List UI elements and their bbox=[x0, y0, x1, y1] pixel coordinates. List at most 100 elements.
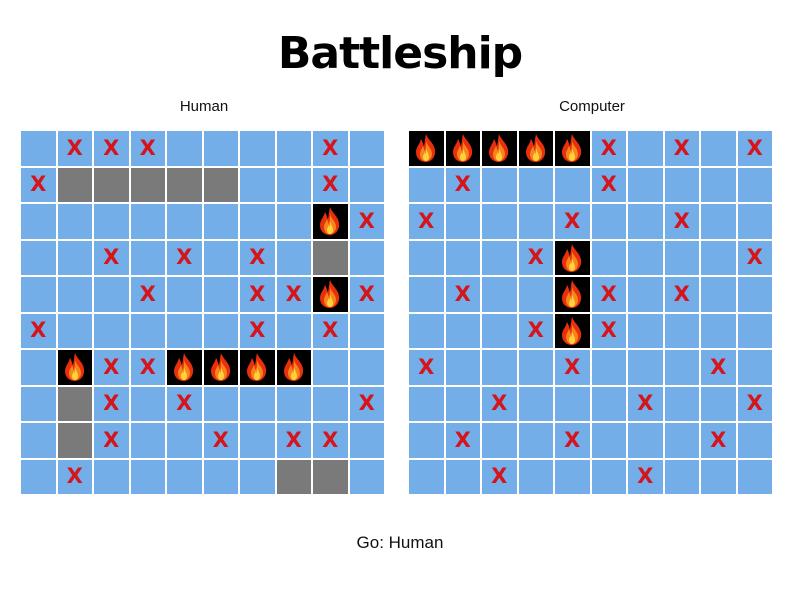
computer-cell[interactable] bbox=[737, 459, 772, 494]
computer-cell[interactable] bbox=[518, 277, 553, 312]
computer-cell[interactable] bbox=[701, 386, 736, 421]
computer-cell[interactable] bbox=[664, 313, 699, 348]
computer-cell[interactable] bbox=[409, 386, 444, 421]
computer-miss-cell[interactable]: X bbox=[445, 277, 480, 312]
computer-miss-cell[interactable]: X bbox=[555, 204, 590, 239]
computer-hit-cell[interactable] bbox=[409, 131, 444, 166]
computer-cell[interactable] bbox=[591, 204, 626, 239]
computer-miss-cell[interactable]: X bbox=[664, 204, 699, 239]
computer-cell[interactable] bbox=[591, 423, 626, 458]
computer-cell[interactable] bbox=[664, 350, 699, 385]
computer-cell[interactable] bbox=[664, 167, 699, 202]
computer-cell[interactable] bbox=[628, 313, 663, 348]
computer-cell[interactable] bbox=[445, 204, 480, 239]
computer-cell[interactable] bbox=[628, 131, 663, 166]
computer-miss-cell[interactable]: X bbox=[482, 386, 517, 421]
computer-miss-cell[interactable]: X bbox=[664, 277, 699, 312]
computer-board[interactable]: XXXXXXXXXXXXXXXXXXXXXXXXXX bbox=[409, 131, 775, 497]
computer-miss-cell[interactable]: X bbox=[555, 350, 590, 385]
computer-cell[interactable] bbox=[445, 386, 480, 421]
computer-cell[interactable] bbox=[628, 350, 663, 385]
computer-cell[interactable] bbox=[482, 277, 517, 312]
computer-cell[interactable] bbox=[628, 204, 663, 239]
computer-miss-cell[interactable]: X bbox=[409, 350, 444, 385]
computer-cell[interactable] bbox=[409, 459, 444, 494]
computer-cell[interactable] bbox=[737, 167, 772, 202]
computer-miss-cell[interactable]: X bbox=[591, 131, 626, 166]
computer-cell[interactable] bbox=[628, 423, 663, 458]
computer-cell[interactable] bbox=[737, 313, 772, 348]
computer-miss-cell[interactable]: X bbox=[628, 386, 663, 421]
computer-miss-cell[interactable]: X bbox=[701, 423, 736, 458]
computer-cell[interactable] bbox=[737, 350, 772, 385]
computer-miss-cell[interactable]: X bbox=[445, 167, 480, 202]
computer-cell[interactable] bbox=[591, 386, 626, 421]
computer-miss-cell[interactable]: X bbox=[628, 459, 663, 494]
computer-cell[interactable] bbox=[409, 167, 444, 202]
computer-cell[interactable] bbox=[409, 313, 444, 348]
computer-cell[interactable] bbox=[628, 277, 663, 312]
computer-cell[interactable] bbox=[664, 423, 699, 458]
computer-cell[interactable] bbox=[482, 204, 517, 239]
computer-miss-cell[interactable]: X bbox=[555, 423, 590, 458]
computer-cell[interactable] bbox=[409, 240, 444, 275]
computer-cell[interactable] bbox=[518, 204, 553, 239]
computer-cell[interactable] bbox=[701, 204, 736, 239]
computer-cell[interactable] bbox=[664, 240, 699, 275]
computer-cell[interactable] bbox=[628, 240, 663, 275]
computer-cell[interactable] bbox=[482, 240, 517, 275]
computer-cell[interactable] bbox=[518, 386, 553, 421]
computer-cell[interactable] bbox=[518, 167, 553, 202]
computer-cell[interactable] bbox=[482, 167, 517, 202]
computer-cell[interactable] bbox=[445, 313, 480, 348]
computer-cell[interactable] bbox=[591, 459, 626, 494]
computer-cell[interactable] bbox=[701, 277, 736, 312]
computer-cell[interactable] bbox=[737, 277, 772, 312]
computer-miss-cell[interactable]: X bbox=[445, 423, 480, 458]
computer-miss-cell[interactable]: X bbox=[737, 240, 772, 275]
computer-hit-cell[interactable] bbox=[555, 313, 590, 348]
computer-cell[interactable] bbox=[737, 423, 772, 458]
computer-cell[interactable] bbox=[701, 131, 736, 166]
computer-miss-cell[interactable]: X bbox=[737, 131, 772, 166]
computer-cell[interactable] bbox=[482, 423, 517, 458]
computer-cell[interactable] bbox=[409, 277, 444, 312]
computer-cell[interactable] bbox=[555, 167, 590, 202]
computer-hit-cell[interactable] bbox=[518, 131, 553, 166]
computer-miss-cell[interactable]: X bbox=[701, 350, 736, 385]
computer-cell[interactable] bbox=[701, 313, 736, 348]
computer-hit-cell[interactable] bbox=[555, 277, 590, 312]
computer-cell[interactable] bbox=[482, 313, 517, 348]
computer-miss-cell[interactable]: X bbox=[737, 386, 772, 421]
computer-cell[interactable] bbox=[664, 386, 699, 421]
computer-cell[interactable] bbox=[737, 204, 772, 239]
computer-miss-cell[interactable]: X bbox=[591, 277, 626, 312]
computer-miss-cell[interactable]: X bbox=[591, 313, 626, 348]
computer-miss-cell[interactable]: X bbox=[664, 131, 699, 166]
computer-miss-cell[interactable]: X bbox=[591, 167, 626, 202]
computer-cell[interactable] bbox=[555, 459, 590, 494]
computer-cell[interactable] bbox=[409, 423, 444, 458]
computer-cell[interactable] bbox=[445, 240, 480, 275]
computer-cell[interactable] bbox=[701, 459, 736, 494]
computer-hit-cell[interactable] bbox=[555, 240, 590, 275]
computer-cell[interactable] bbox=[628, 167, 663, 202]
computer-cell[interactable] bbox=[482, 350, 517, 385]
computer-cell[interactable] bbox=[701, 167, 736, 202]
computer-cell[interactable] bbox=[518, 350, 553, 385]
computer-cell[interactable] bbox=[701, 240, 736, 275]
computer-cell[interactable] bbox=[555, 386, 590, 421]
computer-hit-cell[interactable] bbox=[482, 131, 517, 166]
computer-cell[interactable] bbox=[518, 459, 553, 494]
computer-miss-cell[interactable]: X bbox=[409, 204, 444, 239]
computer-cell[interactable] bbox=[664, 459, 699, 494]
computer-cell[interactable] bbox=[445, 459, 480, 494]
computer-cell[interactable] bbox=[518, 423, 553, 458]
computer-hit-cell[interactable] bbox=[555, 131, 590, 166]
computer-miss-cell[interactable]: X bbox=[482, 459, 517, 494]
computer-miss-cell[interactable]: X bbox=[518, 313, 553, 348]
computer-miss-cell[interactable]: X bbox=[518, 240, 553, 275]
computer-hit-cell[interactable] bbox=[445, 131, 480, 166]
computer-cell[interactable] bbox=[445, 350, 480, 385]
computer-cell[interactable] bbox=[591, 350, 626, 385]
